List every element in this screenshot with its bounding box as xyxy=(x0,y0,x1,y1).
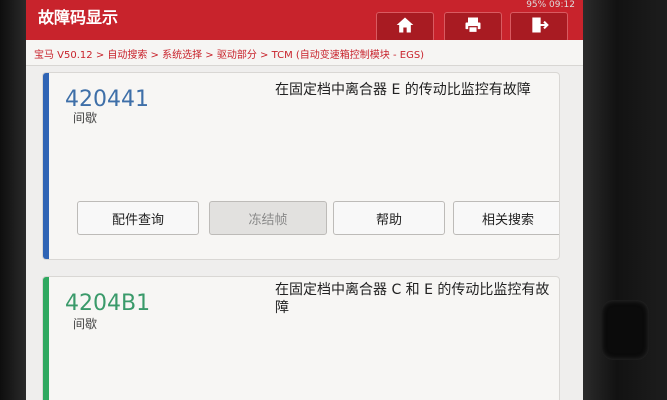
dtc-card-stripe xyxy=(43,73,49,259)
help-button[interactable]: 帮助 xyxy=(333,201,445,235)
dtc-description: 在固定档中离合器 E 的传动比监控有故障 xyxy=(275,82,531,98)
dtc-card[interactable]: 4204B1 间歇 在固定档中离合器 C 和 E 的传动比监控有故障 xyxy=(42,276,560,400)
dtc-card[interactable]: 420441 间歇 在固定档中离合器 E 的传动比监控有故障 配件查询 冻结帧 … xyxy=(42,72,560,260)
print-button[interactable] xyxy=(444,12,502,42)
exit-icon xyxy=(529,15,549,39)
app-header: 故障码显示 95% 09:12 xyxy=(26,0,583,42)
dtc-code: 4204B1 xyxy=(65,291,151,316)
breadcrumb: 宝马 V50.12 > 自动搜索 > 系统选择 > 驱动部分 > TCM (自动… xyxy=(34,50,425,61)
exit-button[interactable] xyxy=(510,12,568,42)
freeze-frame-button[interactable]: 冻结帧 xyxy=(209,201,327,235)
device-knob xyxy=(601,300,649,360)
device-bezel-right xyxy=(583,0,667,400)
parts-lookup-button[interactable]: 配件查询 xyxy=(77,201,199,235)
related-search-button[interactable]: 相关搜索 xyxy=(453,201,559,235)
home-icon xyxy=(395,15,415,39)
dtc-status: 间歇 xyxy=(73,317,98,331)
home-button[interactable] xyxy=(376,12,434,42)
dtc-card-stripe xyxy=(43,277,49,400)
page-title: 故障码显示 xyxy=(38,8,119,27)
dtc-description: 在固定档中离合器 C 和 E 的传动比监控有故障 xyxy=(275,282,550,316)
device-bezel-left xyxy=(0,0,26,400)
dtc-status: 间歇 xyxy=(73,111,98,125)
device-screen: 故障码显示 95% 09:12 宝马 V50.12 > 自动搜索 > 系统选择 … xyxy=(26,0,583,400)
system-status: 95% 09:12 xyxy=(526,0,575,10)
breadcrumb-bar: 宝马 V50.12 > 自动搜索 > 系统选择 > 驱动部分 > TCM (自动… xyxy=(26,40,583,66)
print-icon xyxy=(463,15,483,39)
